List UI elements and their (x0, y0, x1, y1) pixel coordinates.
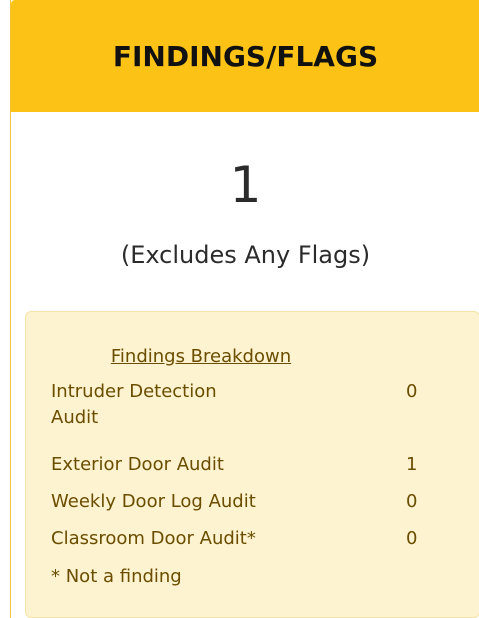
card-title: FINDINGS/FLAGS (112, 39, 379, 73)
breakdown-row-label: Exterior Door Audit (51, 454, 224, 475)
excludes-note: (Excludes Any Flags) (120, 241, 371, 269)
breakdown-row-label-line1: Intruder Detection (51, 381, 217, 402)
findings-flags-card: FINDINGS/FLAGS 1 (Excludes Any Flags) Fi… (10, 0, 479, 618)
breakdown-row-value: 0 (406, 491, 418, 512)
breakdown-row-label-line2: Audit (51, 407, 99, 428)
findings-breakdown-panel: Findings Breakdown Intruder Detection Au… (25, 311, 479, 618)
breakdown-row-label: Intruder Detection Audit (51, 379, 311, 431)
breakdown-row-value: 0 (406, 381, 418, 402)
breakdown-row-value: 0 (406, 528, 418, 549)
breakdown-row-label: Weekly Door Log Audit (51, 491, 256, 512)
breakdown-footnote: * Not a finding (51, 566, 182, 587)
findings-count: 1 (229, 156, 262, 214)
card-header: FINDINGS/FLAGS (11, 0, 479, 112)
breakdown-row-label: Classroom Door Audit* (51, 528, 256, 549)
breakdown-row-value: 1 (406, 454, 418, 475)
breakdown-title: Findings Breakdown (110, 346, 292, 367)
